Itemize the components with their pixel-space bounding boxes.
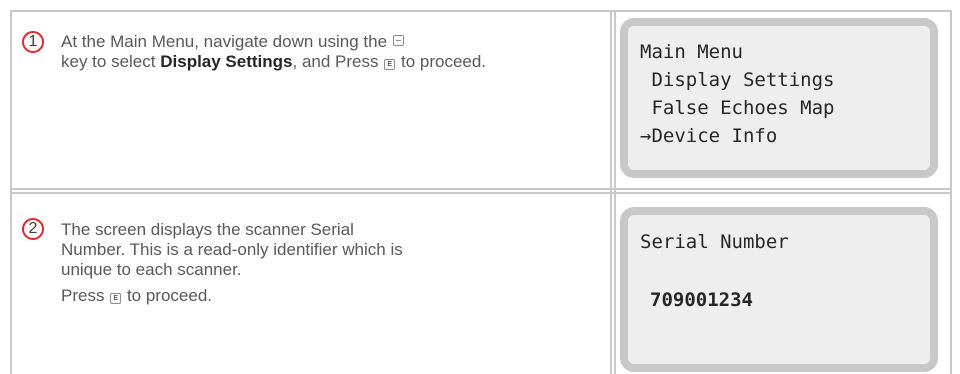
enter-key-icon: E — [384, 59, 396, 70]
screen-line-selected: →Device Info — [640, 125, 778, 147]
serial-number-value: 709001234 — [650, 289, 753, 311]
instruction-paragraph: The screen displays the scanner Serial N… — [61, 220, 403, 279]
screen-line: Main Menu — [640, 41, 743, 63]
instruction-text: At the Main Menu, navigate down using th… — [61, 32, 388, 51]
instruction-text: to proceed. — [126, 286, 212, 305]
device-screen: Main Menu Display Settings False Echoes … — [620, 18, 938, 178]
row-divider — [10, 192, 952, 194]
device-screen: Serial Number 709001234 — [620, 207, 938, 372]
down-key-icon — [392, 35, 404, 46]
step-instructions: At the Main Menu, navigate down using th… — [61, 32, 591, 72]
instruction-text: , and Press — [292, 52, 379, 71]
row-divider — [10, 188, 952, 190]
table-border-top — [10, 10, 952, 12]
instruction-text: key to select — [61, 52, 156, 71]
instruction-paragraph: Press E to proceed. — [61, 286, 406, 306]
enter-key-icon: E — [110, 293, 122, 304]
screen-title: Serial Number — [640, 231, 789, 253]
instruction-text: Press — [61, 286, 105, 305]
menu-item-name: Display Settings — [160, 52, 293, 71]
screen-line: False Echoes Map — [640, 97, 835, 119]
step-instructions: The screen displays the scanner Serial N… — [61, 220, 406, 312]
screen-line: Display Settings — [640, 69, 835, 91]
step-number-badge: 1 — [22, 31, 44, 53]
instruction-text: to proceed. — [400, 52, 487, 71]
step-number-badge: 2 — [22, 218, 44, 240]
